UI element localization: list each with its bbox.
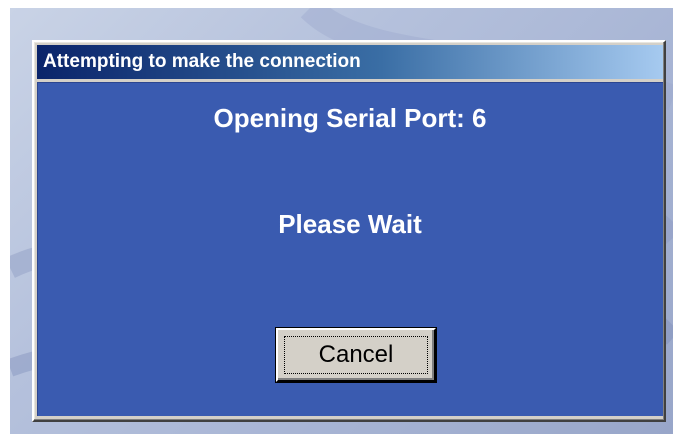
dialog-body: Opening Serial Port: 6 Please Wait Cance… (37, 82, 663, 416)
wait-message: Please Wait (278, 209, 422, 239)
dialog-titlebar[interactable]: Attempting to make the connection (37, 45, 663, 79)
screen: Attempting to make the connection Openin… (0, 0, 673, 434)
connection-dialog: Attempting to make the connection Openin… (32, 40, 666, 422)
status-message: Opening Serial Port: 6 (213, 103, 487, 133)
cancel-button-label: Cancel (318, 341, 394, 368)
dialog-title: Attempting to make the connection (43, 51, 361, 72)
cancel-button[interactable]: Cancel (276, 328, 436, 382)
